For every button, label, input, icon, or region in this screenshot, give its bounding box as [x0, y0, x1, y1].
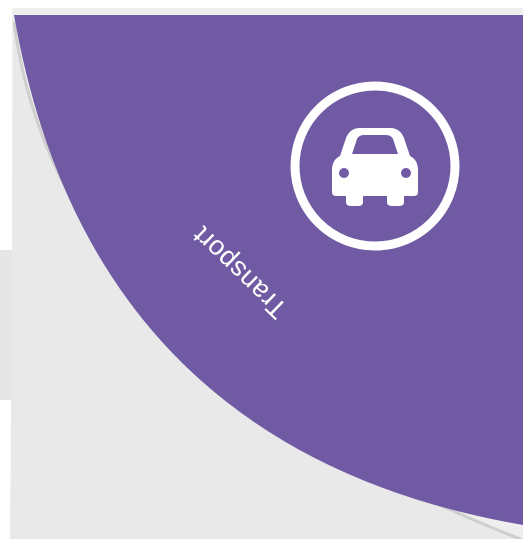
car-windshield [352, 135, 398, 154]
app-canvas: Transport [0, 0, 523, 539]
car-headlight-left [339, 168, 349, 178]
car-headlight-right [401, 168, 411, 178]
menu-wheel [10, 15, 523, 539]
